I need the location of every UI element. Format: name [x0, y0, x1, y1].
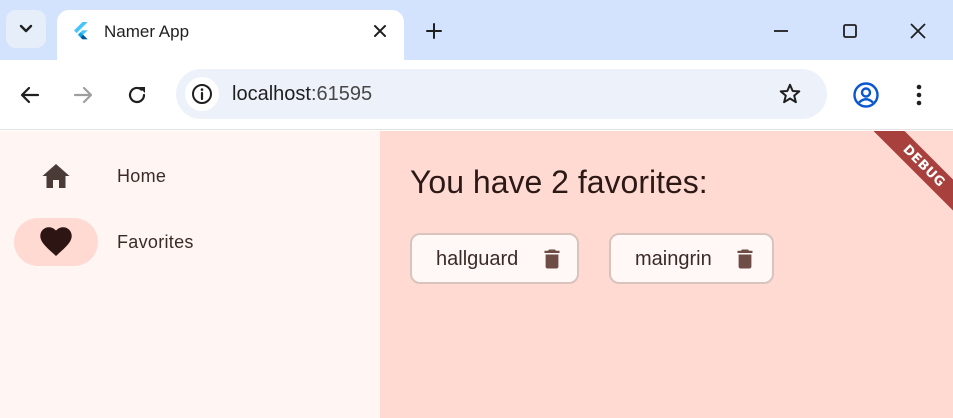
address-bar[interactable]: localhost:61595	[176, 69, 827, 119]
delete-icon	[544, 249, 560, 269]
delete-favorite-button[interactable]	[734, 247, 756, 271]
arrow-right-icon	[73, 86, 93, 104]
browser-tabstrip: Namer App	[0, 0, 953, 60]
debug-banner: DEBUG	[859, 131, 953, 231]
account-circle-icon	[853, 82, 879, 108]
maximize-icon	[843, 24, 857, 38]
favorite-chip[interactable]: hallguard	[410, 233, 579, 284]
browser-tab-active[interactable]: Namer App	[57, 10, 404, 60]
site-info-button[interactable]	[185, 77, 219, 111]
app-root: Home Favorites You have 2 favorites: hal…	[0, 131, 953, 418]
debug-banner-text: DEBUG	[899, 141, 949, 191]
plus-icon	[426, 23, 442, 39]
browser-toolbar: localhost:61595	[0, 60, 953, 130]
tab-close-button[interactable]	[370, 21, 390, 41]
favorite-label: maingrin	[635, 248, 712, 270]
page-title: You have 2 favorites:	[410, 164, 708, 200]
home-icon	[42, 164, 70, 188]
back-button[interactable]	[15, 80, 45, 110]
reload-button[interactable]	[122, 80, 152, 110]
browser-menu-button[interactable]	[906, 80, 932, 110]
nav-indicator	[14, 152, 98, 200]
navigation-rail: Home Favorites	[0, 131, 380, 418]
close-window-button[interactable]	[905, 18, 931, 44]
close-window-icon	[910, 23, 926, 39]
more-vert-icon	[916, 84, 922, 106]
chevron-down-icon	[19, 24, 33, 33]
delete-icon	[737, 249, 753, 269]
star-icon	[779, 83, 801, 104]
nav-indicator-selected	[14, 218, 98, 266]
reload-icon	[128, 86, 146, 104]
info-icon	[192, 84, 212, 104]
nav-label-favorites: Favorites	[117, 232, 194, 252]
nav-destination-home[interactable]: Home	[14, 152, 354, 200]
tab-title: Namer App	[104, 22, 190, 41]
favorite-chip[interactable]: maingrin	[609, 233, 774, 284]
close-icon	[374, 25, 386, 37]
favorite-label: hallguard	[436, 248, 519, 270]
delete-favorite-button[interactable]	[541, 247, 563, 271]
forward-button[interactable]	[68, 80, 98, 110]
bookmark-button[interactable]	[777, 81, 803, 107]
minimize-button[interactable]	[768, 18, 794, 44]
profile-button[interactable]	[851, 80, 881, 110]
favorites-page: You have 2 favorites: hallguard maingrin…	[380, 131, 953, 418]
flutter-logo-icon	[74, 22, 88, 40]
nav-destination-favorites[interactable]: Favorites	[14, 218, 354, 266]
maximize-button[interactable]	[837, 18, 863, 44]
favorite-icon	[40, 227, 72, 256]
tab-search-button[interactable]	[6, 10, 46, 48]
url-port: :61595	[310, 83, 373, 105]
nav-label-home: Home	[117, 166, 167, 186]
url-text: localhost:61595	[232, 83, 372, 105]
url-host: localhost	[232, 83, 311, 105]
new-tab-button[interactable]	[422, 19, 446, 43]
arrow-left-icon	[20, 86, 40, 104]
minimize-icon	[774, 30, 788, 32]
